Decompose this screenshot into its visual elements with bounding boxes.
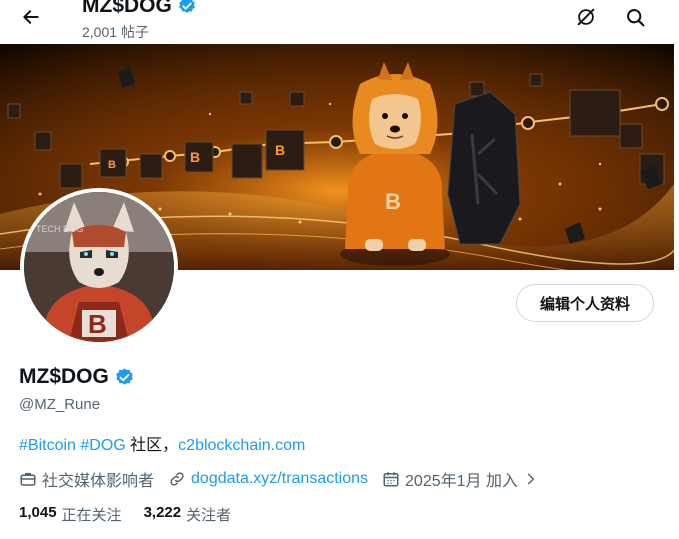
svg-text:B: B	[385, 189, 401, 214]
header-title-block: MZ$DOG 2,001 帖子	[82, 0, 197, 42]
verified-badge-icon	[178, 0, 195, 13]
meta-joined-text: 2025年1月 加入	[405, 473, 518, 490]
profile-name-text: MZ$DOG	[19, 365, 109, 388]
profile-meta: 社交媒体影响者 dogdata.xyz/transactions 2025年1月…	[19, 467, 538, 491]
meta-website-link[interactable]: dogdata.xyz/transactions	[191, 470, 368, 488]
profile-name: MZ$DOG	[19, 365, 135, 389]
header-name: MZ$DOG	[82, 0, 172, 17]
header-post-count: 2,001 帖子	[82, 22, 197, 42]
avatar-dog-illustration: B TECH DOG	[24, 192, 174, 342]
verified-badge-icon[interactable]	[114, 367, 135, 388]
profile-handle: @MZ_Rune	[19, 396, 101, 413]
follow-stats: 1,045 正在关注 3,222 关注者	[19, 504, 231, 525]
following-count: 1,045	[19, 504, 57, 521]
grok-button[interactable]	[570, 2, 602, 32]
back-button[interactable]	[14, 2, 48, 32]
meta-joined[interactable]: 2025年1月 加入	[382, 467, 538, 491]
svg-text:B: B	[108, 159, 116, 171]
meta-website: dogdata.xyz/transactions	[168, 470, 368, 488]
post-count-value: 2,001	[82, 24, 118, 40]
bio-text: 社区，	[125, 437, 179, 454]
avatar-image: B TECH DOG	[24, 192, 174, 342]
following-label: 正在关注	[61, 507, 122, 524]
meta-category-text: 社交媒体影响者	[42, 473, 155, 490]
hashtag-dog-link[interactable]: #DOG	[80, 437, 125, 454]
following-link[interactable]: 1,045 正在关注	[19, 504, 122, 525]
svg-text:B: B	[88, 309, 107, 339]
followers-link[interactable]: 3,222 关注者	[144, 504, 232, 525]
calendar-icon	[383, 472, 399, 487]
top-bar: MZ$DOG 2,001 帖子	[0, 0, 679, 44]
hashtag-bitcoin-link[interactable]: #Bitcoin	[19, 437, 76, 454]
briefcase-icon	[20, 473, 36, 486]
followers-count: 3,222	[143, 504, 182, 521]
edit-profile-button[interactable]: 编辑个人资料	[516, 284, 654, 322]
post-count-label: 帖子	[121, 24, 150, 40]
followers-label: 关注者	[186, 507, 232, 524]
profile-avatar[interactable]: B TECH DOG	[20, 188, 178, 346]
search-icon	[626, 8, 644, 26]
svg-text:TECH DOG: TECH DOG	[36, 224, 84, 234]
bio-website-link[interactable]: c2blockchain.com	[178, 437, 305, 454]
svg-text:B: B	[190, 149, 200, 165]
profile-bio: #Bitcoin #DOG 社区，c2blockchain.com	[19, 431, 305, 455]
header-title: MZ$DOG	[82, 0, 197, 19]
search-button[interactable]	[619, 2, 651, 32]
chevron-right-icon	[527, 473, 535, 485]
svg-text:B: B	[275, 142, 285, 158]
slash-circle-icon	[577, 8, 595, 26]
link-icon	[170, 472, 184, 486]
meta-category: 社交媒体影响者	[19, 467, 154, 491]
arrow-left-icon	[23, 10, 39, 24]
